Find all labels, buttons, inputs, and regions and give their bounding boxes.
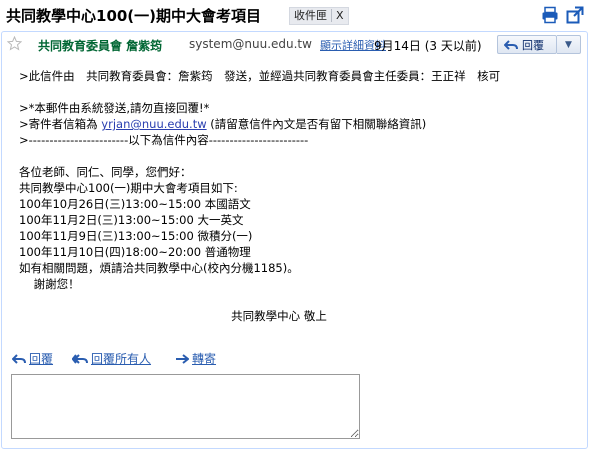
body-line	[19, 148, 579, 164]
forward-arrow-icon	[176, 354, 190, 364]
message-date: 9月14日 (3 天以前)	[374, 39, 482, 53]
body-line: 共同教學中心100(一)期中大會考項目如下:	[19, 181, 238, 195]
star-icon[interactable]	[6, 35, 23, 51]
message-card: 共同教育委員會 詹紫筠 system@nuu.edu.tw 顯示詳細資料 9月1…	[1, 31, 588, 449]
label-name: 收件匣	[294, 9, 327, 22]
message-header: 共同教育委員會 詹紫筠 system@nuu.edu.tw 顯示詳細資料 9月1…	[2, 32, 587, 58]
body-line: 100年11月2日(三)13:00~15:00 大一英文	[19, 213, 244, 227]
action-links: 回覆 回覆所有人 轉寄	[11, 350, 312, 368]
forward-link-label: 轉寄	[192, 352, 217, 366]
more-options-button[interactable]: ▼	[557, 35, 581, 54]
label-chip-inbox[interactable]: 收件匣 X	[289, 7, 349, 25]
body-line	[19, 84, 579, 100]
signature: 共同教學中心 敬上	[231, 309, 327, 323]
body-line: >*本郵件由系統發送,請勿直接回覆!*	[19, 101, 210, 115]
reply-all-link-label: 回覆所有人	[91, 352, 152, 366]
body-line: >------------------------以下為信件內容--------…	[19, 133, 309, 147]
mailbox-line: >寄件者信箱為 yrjan@nuu.edu.tw (請留意信件內文是否有留下相關…	[19, 116, 579, 132]
quick-reply-textarea[interactable]	[11, 374, 360, 439]
sender-email: system@nuu.edu.tw	[189, 37, 312, 51]
body-line: 謝謝您！	[19, 277, 80, 291]
reply-button-label: 回覆	[522, 39, 544, 52]
print-icon[interactable]	[541, 6, 559, 24]
reply-button[interactable]: 回覆	[497, 35, 557, 54]
mailbox-prefix: >寄件者信箱為	[19, 117, 102, 131]
sender-name[interactable]: 共同教育委員會 詹紫筠	[38, 37, 162, 54]
body-line: 100年10月26日(三)13:00~15:00 本國語文	[19, 197, 251, 211]
mailbox-suffix: (請留意信件內文是否有留下相關聯絡資訊)	[206, 117, 427, 131]
mailbox-link[interactable]: yrjan@nuu.edu.tw	[101, 117, 206, 131]
remove-label-button[interactable]: X	[331, 9, 344, 22]
reply-arrow-icon	[11, 354, 26, 364]
subject-bar: 共同教學中心100(一)期中大會考項目 收件匣 X	[0, 0, 591, 30]
reply-all-icon	[71, 354, 88, 364]
body-line	[19, 292, 579, 308]
forward-link[interactable]: 轉寄	[175, 350, 216, 367]
reply-link[interactable]: 回覆	[11, 350, 54, 367]
body-line: 各位老師、同仁、同學，您們好：	[19, 165, 192, 179]
reply-link-label: 回覆	[29, 352, 54, 366]
reply-all-link[interactable]: 回覆所有人	[71, 350, 152, 367]
body-line: 如有相關問題，煩請洽共同教學中心(校內分機1185)。	[19, 261, 299, 275]
email-subject: 共同教學中心100(一)期中大會考項目	[6, 7, 262, 25]
body-line: >此信件由 共同教育委員會：詹紫筠 發送，並經過共同教育委員會主任委員：王正祥 …	[19, 69, 501, 83]
new-window-icon[interactable]	[566, 6, 584, 24]
message-body: >此信件由 共同教育委員會：詹紫筠 發送，並經過共同教育委員會主任委員：王正祥 …	[19, 68, 579, 324]
body-line: 100年11月10日(四)18:00~20:00 普通物理	[19, 245, 251, 259]
reply-arrow-icon	[504, 40, 518, 50]
body-line: 100年11月9日(三)13:00~15:00 微積分(一)	[19, 229, 253, 243]
